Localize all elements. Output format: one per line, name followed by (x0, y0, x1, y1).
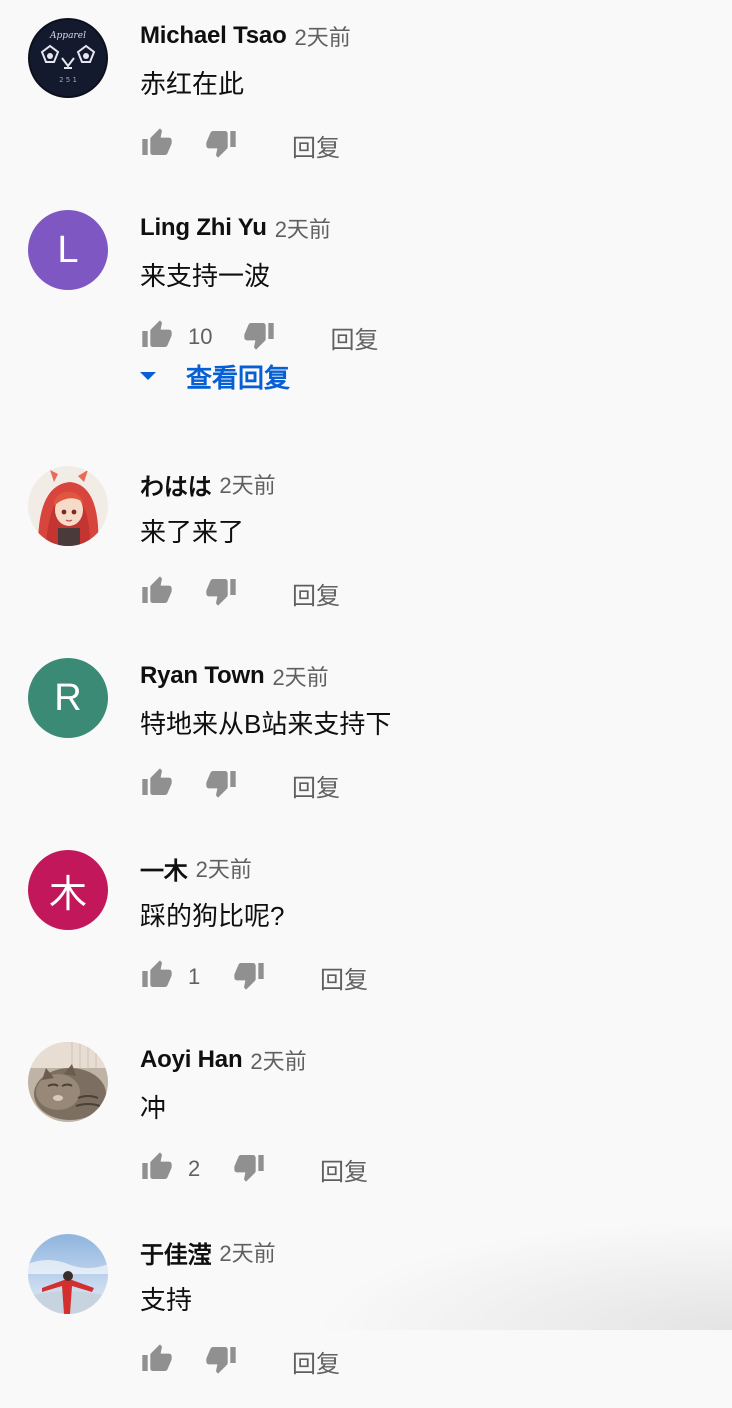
comment-text: 支持 (140, 1280, 192, 1317)
comment-header: Aoyi Han 2天前 (140, 1044, 307, 1076)
comment-item: R Ryan Town 2天前特地来从B站来支持下回复 (0, 640, 732, 832)
comment-timestamp[interactable]: 2天前 (196, 852, 252, 884)
avatar-letter: L (57, 229, 78, 272)
author-name[interactable]: 于佳滢 (140, 1235, 211, 1270)
view-replies-label: 查看回复 (186, 358, 290, 395)
comment-header: Ling Zhi Yu 2天前 (140, 212, 331, 244)
avatar-letter: 木 (49, 863, 87, 918)
thumbs-down-icon (233, 1151, 265, 1188)
thumbs-up-icon (141, 319, 173, 356)
comment-item: 木 一木2天前踩的狗比呢? 1 回复 (0, 832, 732, 1024)
author-name[interactable]: Michael Tsao (140, 22, 287, 50)
cat-photo-avatar[interactable] (28, 1042, 108, 1122)
comment-timestamp[interactable]: 2天前 (295, 20, 351, 52)
like-button[interactable] (140, 320, 174, 354)
dislike-button[interactable] (204, 1344, 238, 1378)
author-name[interactable]: 一木 (140, 851, 188, 886)
like-count: 2 (188, 1156, 202, 1182)
reply-button[interactable]: 回复 (292, 128, 340, 163)
avatar-letter: R (54, 677, 81, 720)
anime-character-avatar[interactable] (28, 466, 108, 546)
author-name[interactable]: Aoyi Han (140, 1046, 242, 1074)
avatar[interactable]: 木 (28, 850, 108, 930)
comment-timestamp[interactable]: 2天前 (219, 1236, 275, 1268)
view-replies-button[interactable]: 查看回复 (138, 358, 290, 394)
reply-button[interactable]: 回复 (320, 1152, 368, 1187)
comment-actions: 2 回复 (140, 1152, 368, 1186)
dislike-button[interactable] (232, 960, 266, 994)
thumbs-down-icon (205, 767, 237, 804)
thumbs-up-icon (141, 127, 173, 164)
comment-text: 赤红在此 (140, 64, 244, 101)
comment-timestamp[interactable]: 2天前 (272, 660, 328, 692)
like-button[interactable] (140, 576, 174, 610)
like-button[interactable] (140, 1152, 174, 1186)
thumbs-down-icon (205, 575, 237, 612)
dislike-button[interactable] (204, 768, 238, 802)
comment-actions: 回复 (140, 576, 340, 610)
comment-item: LLing Zhi Yu2天前来支持一波10回复查看回复 (0, 192, 732, 384)
thumbs-down-icon (233, 959, 265, 996)
caret-down-icon (140, 372, 156, 380)
comment-timestamp[interactable]: 2天前 (275, 212, 331, 244)
dislike-button[interactable] (204, 576, 238, 610)
dark-emblem-avatar[interactable]: Apparel 2 5 1 (28, 18, 108, 98)
reply-button[interactable]: 回复 (292, 576, 340, 611)
svg-text:2 5 1: 2 5 1 (59, 76, 77, 84)
comment-text: 踩的狗比呢? (140, 896, 284, 933)
like-button[interactable] (140, 128, 174, 162)
thumbs-down-icon (205, 127, 237, 164)
thumbs-up-icon (141, 959, 173, 996)
comment-item: わはは2天前来了来了回复 (0, 448, 732, 640)
comment-header: 一木2天前 (140, 852, 252, 884)
thumbs-up-icon (141, 767, 173, 804)
dislike-button[interactable] (242, 320, 276, 354)
comment-header: Michael Tsao 2天前 (140, 20, 351, 52)
thumbs-up-icon (141, 1151, 173, 1188)
sky-person-avatar[interactable] (28, 1234, 108, 1314)
comment-header: わはは2天前 (140, 468, 276, 500)
comment-actions: 回复 (140, 1344, 340, 1378)
comment-actions: 10 回复 (140, 320, 378, 354)
avatar[interactable]: R (28, 658, 108, 738)
like-button[interactable] (140, 1344, 174, 1378)
author-name[interactable]: Ling Zhi Yu (140, 214, 267, 242)
comment-header: 于佳滢2天前 (140, 1236, 276, 1268)
comment-actions: 1 回复 (140, 960, 368, 994)
comment-item: Aoyi Han 2天前冲 2 回复 (0, 1024, 732, 1216)
like-count: 1 (188, 964, 202, 990)
avatar[interactable]: L (28, 210, 108, 290)
thumbs-down-icon (205, 1343, 237, 1380)
like-button[interactable] (140, 768, 174, 802)
dislike-button[interactable] (232, 1152, 266, 1186)
svg-text:Apparel: Apparel (49, 31, 86, 41)
comment-item: 于佳滢2天前支持回复 (0, 1216, 732, 1408)
thumbs-down-icon (243, 319, 275, 356)
thumbs-up-icon (141, 575, 173, 612)
comment-timestamp[interactable]: 2天前 (250, 1044, 306, 1076)
comment-item: Apparel 2 5 1 Michael Tsao 2天前赤红在此回复 (0, 0, 732, 192)
comment-header: Ryan Town 2天前 (140, 660, 329, 692)
comment-timestamp[interactable]: 2天前 (219, 468, 275, 500)
comment-text: 特地来从B站来支持下 (140, 704, 391, 741)
comment-actions: 回复 (140, 768, 340, 802)
comment-text: 来支持一波 (140, 256, 270, 293)
comment-text: 来了来了 (140, 512, 244, 549)
reply-button[interactable]: 回复 (320, 960, 368, 995)
comment-text: 冲 (140, 1088, 166, 1125)
like-button[interactable] (140, 960, 174, 994)
thumbs-up-icon (141, 1343, 173, 1380)
reply-button[interactable]: 回复 (292, 768, 340, 803)
author-name[interactable]: Ryan Town (140, 662, 264, 690)
reply-button[interactable]: 回复 (292, 1344, 340, 1379)
dislike-button[interactable] (204, 128, 238, 162)
like-count: 10 (188, 324, 212, 350)
author-name[interactable]: わはは (140, 467, 211, 502)
reply-button[interactable]: 回复 (330, 320, 378, 355)
comment-actions: 回复 (140, 128, 340, 162)
